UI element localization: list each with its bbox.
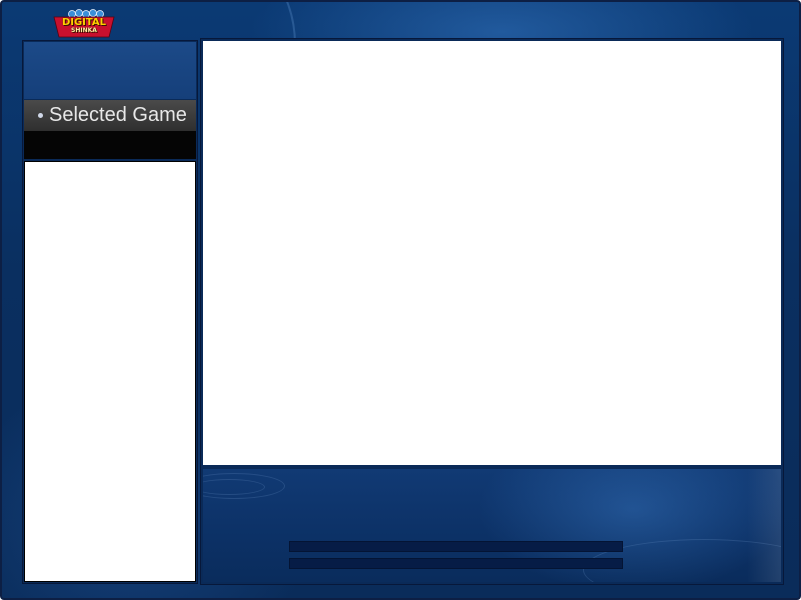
game-list[interactable] — [24, 161, 196, 582]
selected-game-header: Selected Game — [24, 100, 196, 131]
glass-highlight — [747, 469, 781, 582]
bottom-info-panel — [203, 469, 781, 582]
sidebar-top-panel — [24, 42, 196, 99]
game-content-area[interactable] — [203, 41, 781, 465]
logo-wordmark-line2: SHINKA — [71, 27, 97, 34]
left-sidebar: Selected Game — [22, 40, 198, 584]
digital-shinka-logo: DIGITAL SHINKA — [52, 8, 116, 38]
selected-game-label: Selected Game — [49, 104, 187, 126]
main-panel — [200, 38, 784, 585]
bullet-dot-icon — [38, 113, 43, 119]
info-bar-1 — [289, 541, 623, 552]
selected-game-value-bar — [24, 131, 196, 159]
info-bar-2 — [289, 558, 623, 569]
app-window: DIGITAL SHINKA Selected Game — [0, 0, 801, 600]
